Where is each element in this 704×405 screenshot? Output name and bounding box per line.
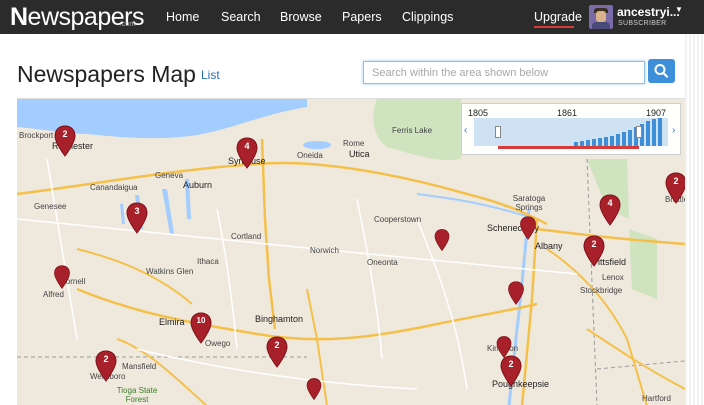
- place-label: Stockbridge: [580, 286, 623, 295]
- pin-count: 2: [103, 354, 109, 364]
- newspaper-pin[interactable]: 2: [583, 235, 605, 267]
- place-label: Elmira: [159, 317, 185, 327]
- avatar-face: [596, 11, 606, 22]
- timeline-start-handle[interactable]: [495, 126, 501, 138]
- username[interactable]: ancestryi...: [617, 5, 680, 19]
- place-label: Oneida: [297, 151, 323, 160]
- search-button[interactable]: [648, 59, 675, 83]
- pin-count: 2: [62, 129, 68, 139]
- map-pin-icon: [306, 378, 322, 401]
- place-label: Saratoga Springs: [512, 194, 546, 212]
- timeline-mid-year: 1861: [557, 108, 578, 118]
- logo[interactable]: N Newspapers: [10, 3, 144, 32]
- upgrade-link[interactable]: Upgrade: [534, 10, 582, 24]
- pin-count: 3: [134, 206, 140, 216]
- place-label: Ithaca: [197, 257, 219, 266]
- timeline-start-year: 1805: [468, 108, 489, 118]
- place-label: Binghamton: [255, 314, 304, 324]
- logo-sub: .com: [120, 21, 136, 28]
- list-view-link[interactable]: List: [201, 68, 220, 82]
- place-label: Oneonta: [367, 258, 398, 267]
- upgrade-underline: [534, 26, 574, 28]
- top-nav-bar: N Newspapers .com Home Search Browse Pape…: [0, 0, 704, 34]
- pin-count: 2: [508, 359, 514, 369]
- pin-count: 10: [196, 316, 206, 325]
- date-range-slider[interactable]: 1805 1861 1907 ‹ ›: [461, 103, 681, 155]
- place-label: Canandaigua: [90, 183, 138, 192]
- newspaper-pin[interactable]: 4: [236, 137, 258, 169]
- pin-count: 4: [244, 141, 250, 151]
- place-label: Mansfield: [122, 362, 157, 371]
- place-label: Norwich: [310, 246, 339, 255]
- user-role: SUBSCRIBER: [618, 20, 667, 27]
- map-pin-icon: [496, 336, 512, 359]
- place-label: Albany: [535, 241, 563, 251]
- place-label: Geneva: [155, 171, 184, 180]
- place-label: Ferris Lake: [392, 126, 433, 135]
- place-label: Alfred: [43, 290, 64, 299]
- avatar[interactable]: [589, 5, 613, 29]
- newspaper-pin[interactable]: [520, 216, 537, 240]
- map-search-input[interactable]: [363, 61, 645, 84]
- newspaper-pin[interactable]: 2: [266, 336, 288, 368]
- newspaper-pin[interactable]: [54, 265, 71, 289]
- place-label: Watkins Glen: [146, 267, 194, 276]
- timeline-end-handle[interactable]: [636, 126, 642, 138]
- place-label: Genesee: [34, 202, 67, 211]
- place-label: Hartford: [642, 394, 671, 403]
- pin-count: 2: [591, 239, 597, 249]
- newspaper-pin[interactable]: [496, 336, 512, 359]
- page-edge: [685, 34, 704, 405]
- newspaper-pin[interactable]: 10: [190, 312, 212, 344]
- newspaper-pin[interactable]: [434, 229, 450, 252]
- chevron-down-icon[interactable]: ▼: [675, 5, 683, 14]
- nav-home[interactable]: Home: [166, 10, 199, 24]
- chevron-left-icon[interactable]: ‹: [464, 125, 467, 136]
- newspaper-pin[interactable]: [306, 378, 322, 401]
- page-title: Newspapers Map: [17, 61, 196, 87]
- timeline-end-year: 1907: [646, 108, 667, 118]
- newspaper-pin[interactable]: 2: [500, 355, 522, 387]
- pin-count: 4: [607, 198, 613, 208]
- newspaper-pin[interactable]: 2: [665, 172, 685, 204]
- newspaper-pin[interactable]: 2: [54, 125, 76, 157]
- newspaper-pin[interactable]: 3: [126, 202, 148, 234]
- place-label: Auburn: [183, 180, 213, 190]
- timeline-selected-range: [498, 146, 639, 149]
- nav-clippings[interactable]: Clippings: [402, 10, 453, 24]
- map-pin-icon: [54, 265, 70, 289]
- avatar-body: [592, 22, 610, 29]
- place-label: Cooperstown: [374, 215, 422, 224]
- newspaper-pin[interactable]: 4: [599, 194, 621, 226]
- pin-count: 2: [673, 176, 679, 186]
- map-pin-icon: [434, 229, 450, 252]
- place-label: Cortland: [231, 232, 262, 241]
- place-label: Rome: [343, 139, 365, 148]
- nav-browse[interactable]: Browse: [280, 10, 322, 24]
- map-pin-icon: [508, 281, 524, 305]
- map-pin-icon: [520, 216, 536, 240]
- search-icon: [654, 64, 669, 78]
- newspaper-pin[interactable]: 2: [95, 350, 117, 382]
- nav-search[interactable]: Search: [221, 10, 261, 24]
- place-label: Brockport: [19, 131, 54, 140]
- nav-papers[interactable]: Papers: [342, 10, 382, 24]
- pin-count: 2: [274, 340, 280, 350]
- place-label: Lenox: [602, 273, 624, 282]
- newspapers-map[interactable]: Brockport Rochester Genesee Alfred Horne…: [17, 98, 685, 405]
- newspaper-pin[interactable]: [508, 281, 525, 305]
- chevron-right-icon[interactable]: ›: [672, 125, 675, 136]
- place-label: Tioga State Forest: [116, 386, 158, 404]
- place-label: Utica: [349, 149, 370, 159]
